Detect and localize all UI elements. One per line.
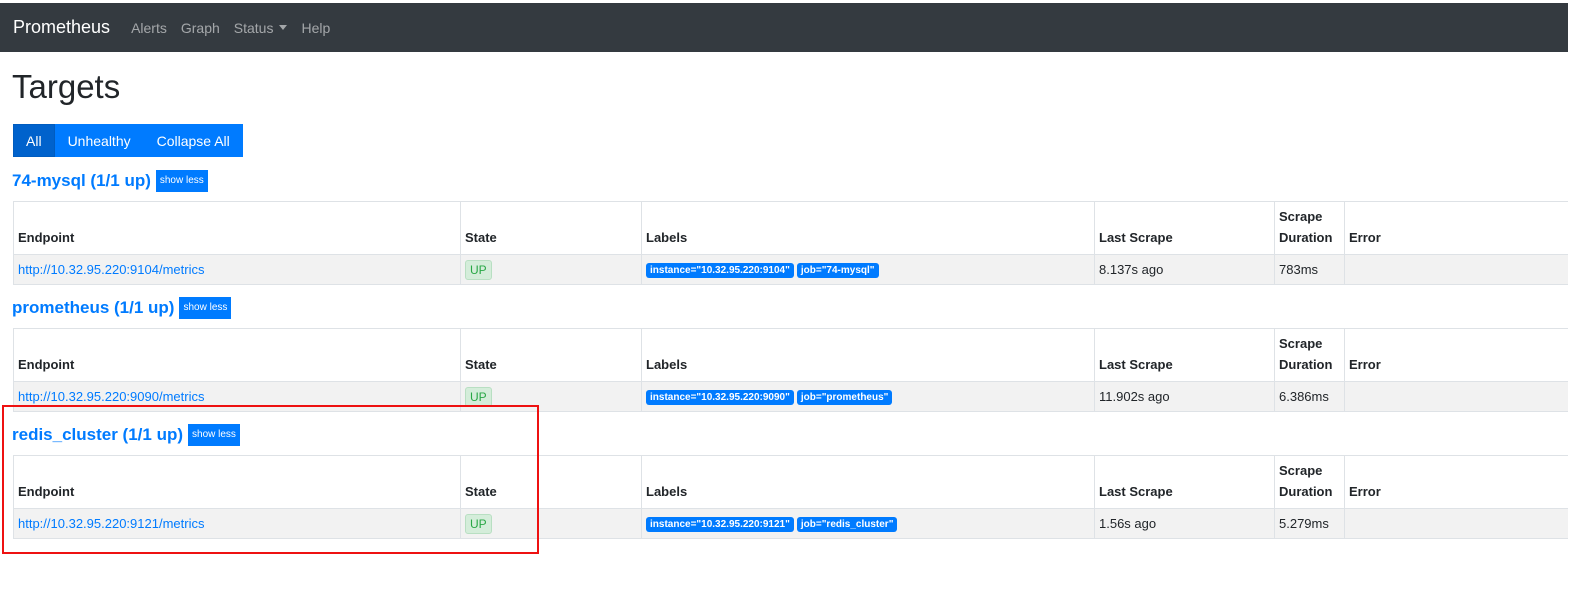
column-header-labels: Labels: [641, 201, 1095, 255]
state-badge: UP: [465, 259, 492, 280]
table-header-row: Endpoint State Labels Last Scrape Scrape…: [13, 201, 1568, 255]
column-header-labels: Labels: [641, 328, 1095, 382]
section-title[interactable]: 74-mysql (1/1 up): [12, 171, 151, 191]
section-title[interactable]: prometheus (1/1 up): [12, 298, 174, 318]
endpoint-link[interactable]: http://10.32.95.220:9090/metrics: [18, 389, 204, 404]
last-scrape-value: 8.137s ago: [1094, 254, 1275, 285]
nav-alerts[interactable]: Alerts: [131, 20, 167, 36]
brand-link[interactable]: Prometheus: [13, 17, 110, 38]
nav-help[interactable]: Help: [301, 20, 330, 36]
column-header-endpoint: Endpoint: [13, 328, 461, 382]
section-header-prometheus: prometheus (1/1 up) show less: [12, 297, 232, 319]
column-header-scrape-duration: Scrape Duration: [1274, 328, 1345, 382]
filter-unhealthy-button[interactable]: Unhealthy: [54, 124, 144, 157]
show-less-button[interactable]: show less: [155, 170, 208, 192]
last-scrape-value: 1.56s ago: [1094, 508, 1275, 539]
nav-status-dropdown[interactable]: Status: [234, 20, 288, 36]
column-header-scrape-duration: Scrape Duration: [1274, 455, 1345, 509]
scrape-duration-value: 6.386ms: [1274, 381, 1345, 412]
label-badge-job: job="74-mysql": [796, 263, 879, 278]
table-header-row: Endpoint State Labels Last Scrape Scrape…: [13, 328, 1568, 382]
endpoint-link[interactable]: http://10.32.95.220:9104/metrics: [18, 262, 204, 277]
column-header-last-scrape: Last Scrape: [1094, 328, 1275, 382]
page-title: Targets: [12, 68, 121, 105]
label-badge-job: job="prometheus": [796, 390, 893, 405]
column-header-endpoint: Endpoint: [13, 201, 461, 255]
section-header-74-mysql: 74-mysql (1/1 up) show less: [12, 170, 208, 192]
label-badge-instance: instance="10.32.95.220:9090": [646, 390, 794, 405]
show-less-button[interactable]: show less: [179, 297, 232, 319]
last-scrape-value: 11.902s ago: [1094, 381, 1275, 412]
targets-table-prometheus: Endpoint State Labels Last Scrape Scrape…: [13, 328, 1568, 412]
label-badge-instance: instance="10.32.95.220:9104": [646, 263, 794, 278]
filter-button-group: All Unhealthy Collapse All: [13, 124, 243, 157]
highlight-annotation-box: [2, 405, 539, 554]
column-header-last-scrape: Last Scrape: [1094, 455, 1275, 509]
column-header-error: Error: [1344, 328, 1568, 382]
targets-table-74-mysql: Endpoint State Labels Last Scrape Scrape…: [13, 201, 1568, 285]
chevron-down-icon: [279, 25, 288, 30]
label-badge-job: job="redis_cluster": [796, 517, 898, 532]
column-header-scrape-duration: Scrape Duration: [1274, 201, 1345, 255]
nav-status-label: Status: [233, 19, 274, 36]
column-header-error: Error: [1344, 455, 1568, 509]
label-badge-instance: instance="10.32.95.220:9121": [646, 517, 794, 532]
column-header-labels: Labels: [641, 455, 1095, 509]
state-badge: UP: [465, 386, 492, 407]
filter-all-button[interactable]: All: [13, 124, 55, 157]
nav-graph[interactable]: Graph: [181, 20, 220, 36]
column-header-last-scrape: Last Scrape: [1094, 201, 1275, 255]
column-header-state: State: [460, 328, 642, 382]
table-row: http://10.32.95.220:9104/metrics UP inst…: [13, 254, 1568, 285]
column-header-state: State: [460, 201, 642, 255]
error-value: [1344, 254, 1568, 285]
navbar: Prometheus Alerts Graph Status Help: [0, 3, 1568, 52]
scrape-duration-value: 5.279ms: [1274, 508, 1345, 539]
column-header-error: Error: [1344, 201, 1568, 255]
scrape-duration-value: 783ms: [1274, 254, 1345, 285]
collapse-all-button[interactable]: Collapse All: [143, 124, 243, 157]
error-value: [1344, 508, 1568, 539]
error-value: [1344, 381, 1568, 412]
